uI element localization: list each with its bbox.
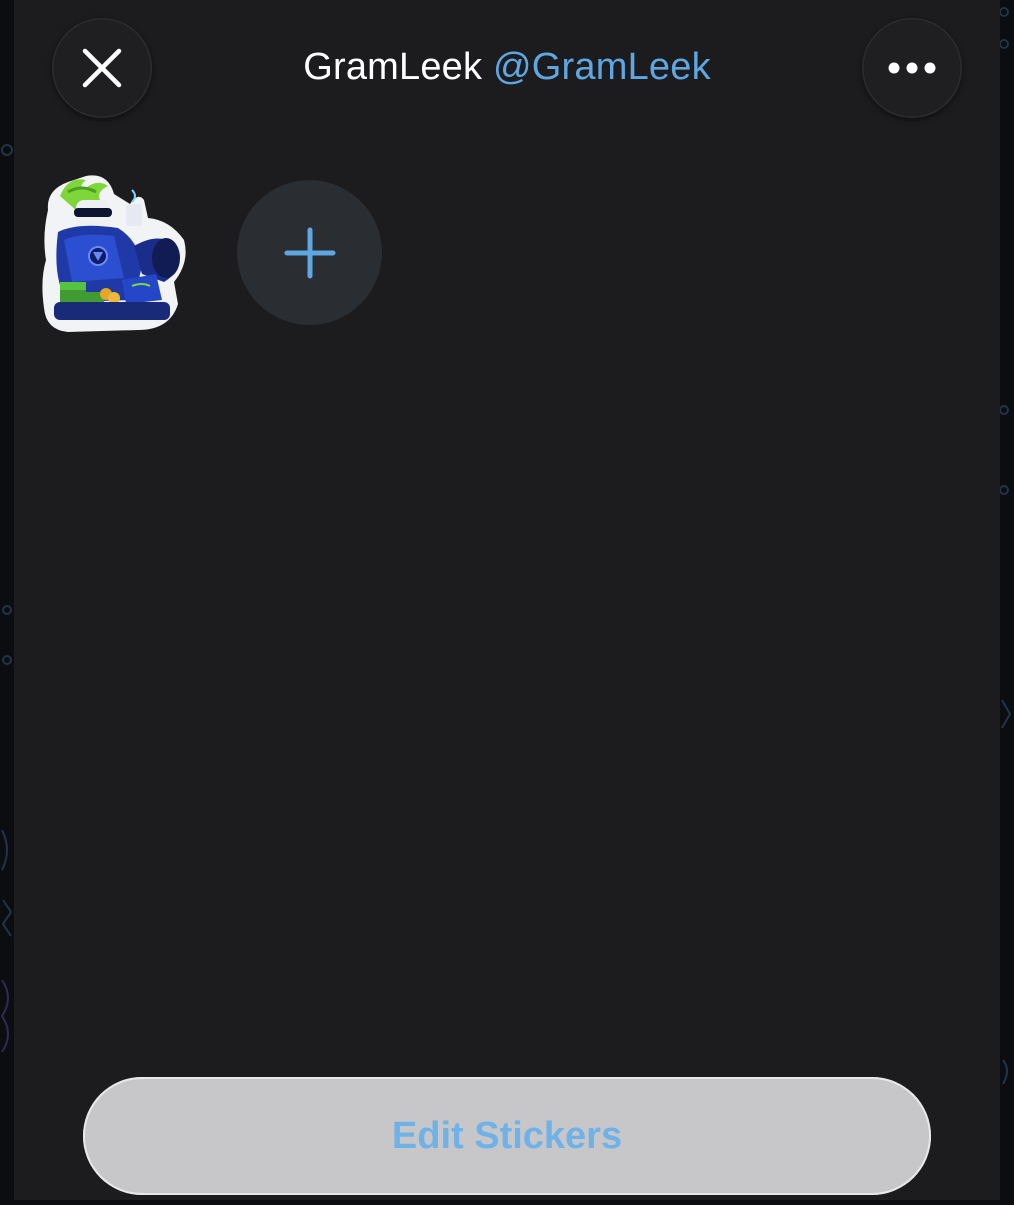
more-horizontal-icon bbox=[888, 62, 936, 74]
sticker-item[interactable] bbox=[38, 170, 188, 335]
plus-icon bbox=[284, 227, 335, 278]
set-name: GramLeek bbox=[303, 46, 483, 88]
sticker-set-sheet: GramLeek @GramLeek Edit Stickers bbox=[14, 0, 1000, 1200]
set-handle-link[interactable]: @GramLeek bbox=[493, 46, 711, 88]
edit-stickers-button[interactable]: Edit Stickers bbox=[83, 1077, 931, 1195]
leek-character-sticker bbox=[42, 175, 186, 332]
more-options-button[interactable] bbox=[862, 18, 962, 118]
wallpaper-right-edge bbox=[999, 0, 1014, 1200]
sheet-title: GramLeek @GramLeek bbox=[14, 42, 1000, 92]
wallpaper-edge-doodles bbox=[999, 7, 1012, 1085]
add-sticker-button[interactable] bbox=[237, 180, 382, 325]
